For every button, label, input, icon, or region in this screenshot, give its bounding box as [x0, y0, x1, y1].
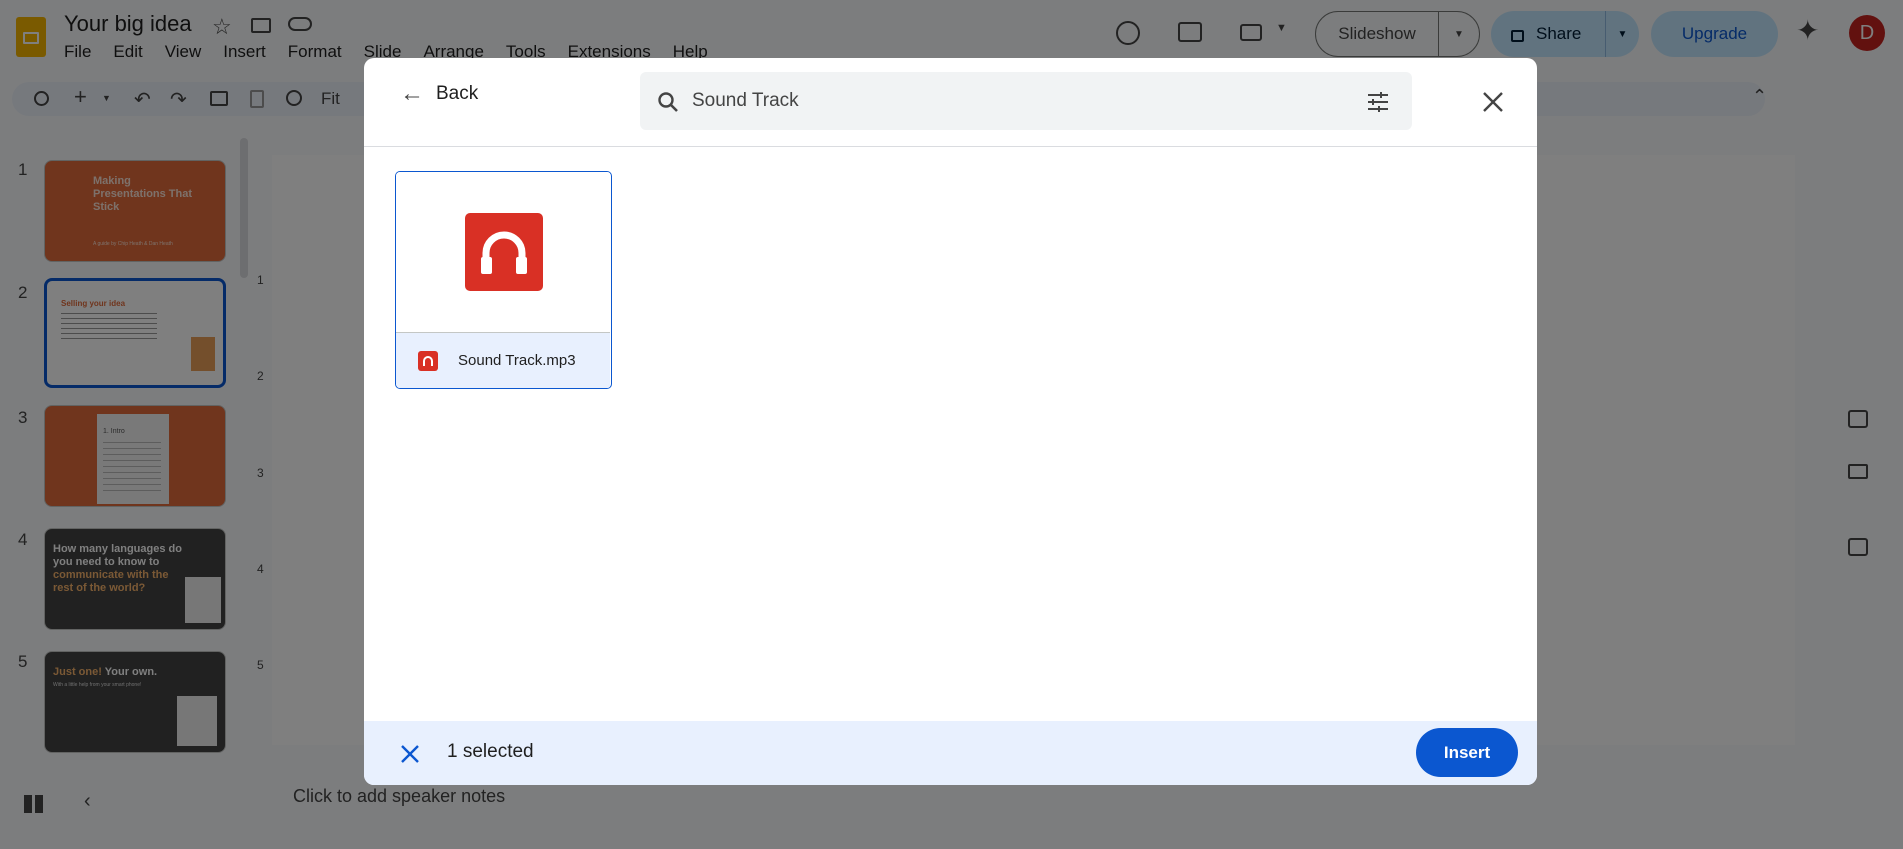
file-card[interactable]: Sound Track.mp3 — [395, 171, 612, 389]
back-button[interactable]: ← Back — [400, 82, 478, 106]
arrow-back-icon: ← — [400, 80, 424, 107]
file-info-bar: Sound Track.mp3 — [396, 332, 610, 388]
insert-button[interactable]: Insert — [1416, 728, 1518, 777]
selection-count: 1 selected — [447, 741, 534, 762]
dialog-header: ← Back — [364, 58, 1537, 147]
headphones-icon — [465, 213, 543, 291]
file-name: Sound Track.mp3 — [458, 352, 576, 369]
file-preview — [396, 172, 610, 332]
clear-selection-icon[interactable] — [400, 744, 420, 764]
filter-options-icon[interactable] — [1366, 90, 1390, 114]
insert-audio-dialog: ← Back Sound Track.mp3 — [364, 58, 1537, 785]
search-icon — [656, 90, 680, 114]
dialog-footer: 1 selected Insert — [364, 721, 1537, 785]
search-box[interactable] — [640, 72, 1412, 130]
close-icon[interactable] — [1482, 91, 1504, 113]
audio-file-icon — [418, 350, 438, 371]
search-input[interactable] — [692, 86, 1332, 116]
